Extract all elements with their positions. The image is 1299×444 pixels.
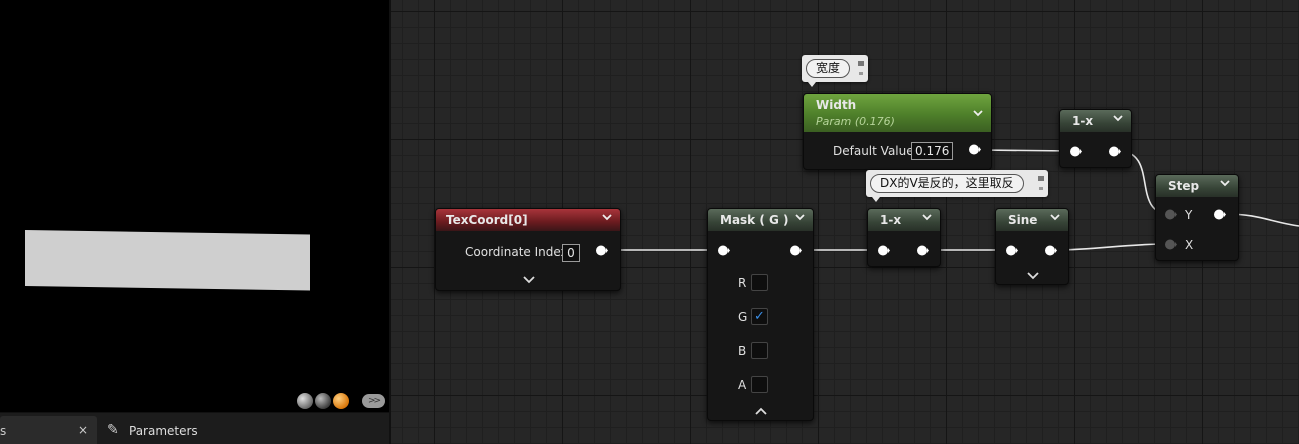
output-pin-icon[interactable]	[1214, 209, 1226, 220]
output-pin-icon[interactable]	[1109, 146, 1121, 157]
tab-parameters[interactable]: ✎ Parameters	[98, 416, 258, 444]
chevron-up-icon[interactable]	[755, 407, 767, 415]
bubble-tail	[872, 197, 880, 202]
tab-parameters-label: Parameters	[129, 424, 198, 438]
shaded-sphere-icon[interactable]	[315, 393, 331, 409]
step-input-y-label: Y	[1185, 208, 1193, 222]
sine-node-header[interactable]: Sine	[996, 209, 1068, 231]
node-title: Step	[1168, 179, 1200, 193]
channel-r-label: R	[738, 276, 747, 290]
double-chevron-icon[interactable]: >>	[362, 394, 385, 408]
node-title: TexCoord[0]	[446, 213, 528, 227]
node-title: 1-x	[1072, 114, 1094, 128]
preview-mesh	[25, 230, 310, 291]
output-pin-icon[interactable]	[969, 144, 981, 155]
input-pin-icon[interactable]	[1165, 209, 1177, 220]
one-minus-node-2[interactable]: 1-x	[1059, 109, 1132, 168]
mask-node[interactable]: Mask ( G ) R G ✓ B A	[707, 208, 814, 421]
pin-icon[interactable]	[1037, 174, 1045, 192]
input-pin-icon[interactable]	[878, 245, 890, 256]
output-pin-icon[interactable]	[596, 245, 608, 256]
default-value-input[interactable]: 0.176	[911, 142, 953, 160]
coordinate-index-label: Coordinate Index	[465, 245, 568, 259]
tab-details[interactable]: s ×	[0, 416, 97, 444]
step-node-header[interactable]: Step	[1156, 175, 1238, 197]
chevron-down-icon[interactable]	[1050, 212, 1060, 222]
width-node-header[interactable]: Width Param (0.176)	[804, 94, 991, 132]
chevron-down-icon[interactable]	[795, 212, 805, 222]
dx-comment-bubble[interactable]: DX的V是反的，这里取反	[866, 170, 1048, 202]
close-icon[interactable]: ×	[78, 423, 88, 437]
channel-b-label: B	[738, 344, 747, 358]
input-pin-icon[interactable]	[1006, 245, 1018, 256]
sine-node[interactable]: Sine	[995, 208, 1069, 285]
node-title: Width	[816, 98, 857, 112]
step-input-x-label: X	[1185, 238, 1194, 252]
channel-b-checkbox[interactable]	[751, 342, 768, 359]
chevron-down-icon[interactable]	[523, 276, 535, 284]
chevron-down-icon[interactable]	[922, 212, 932, 222]
texcoord-node[interactable]: TexCoord[0] Coordinate Index 0	[435, 208, 621, 291]
tab-details-label: s	[0, 424, 7, 438]
chevron-down-icon[interactable]	[602, 212, 612, 222]
one-minus-node-2-header[interactable]: 1-x	[1060, 110, 1131, 132]
output-pin-icon[interactable]	[917, 245, 929, 256]
output-pin-icon[interactable]	[790, 245, 802, 256]
input-pin-icon[interactable]	[718, 245, 730, 256]
bottom-tab-bar: s × ✎ Parameters	[0, 412, 389, 444]
output-pin-icon[interactable]	[1045, 245, 1057, 256]
material-preview-viewport[interactable]: >>	[0, 0, 389, 412]
sphere-preview-icon[interactable]	[297, 393, 313, 409]
chevron-down-icon[interactable]	[1113, 113, 1123, 123]
node-title: 1-x	[880, 213, 902, 227]
coordinate-index-input[interactable]: 0	[562, 244, 580, 262]
node-title: Mask ( G )	[720, 213, 789, 227]
width-comment-bubble[interactable]: 宽度	[802, 55, 868, 87]
pencil-icon: ✎	[107, 422, 119, 438]
mask-node-header[interactable]: Mask ( G )	[708, 209, 813, 231]
one-minus-node-header[interactable]: 1-x	[868, 209, 940, 231]
one-minus-node[interactable]: 1-x	[867, 208, 941, 267]
channel-r-checkbox[interactable]	[751, 274, 768, 291]
comment-text[interactable]: 宽度	[806, 59, 851, 78]
input-pin-icon[interactable]	[1165, 239, 1177, 250]
input-pin-icon[interactable]	[1070, 146, 1082, 157]
channel-a-checkbox[interactable]	[751, 376, 768, 393]
default-value-label: Default Value	[833, 144, 914, 158]
step-node[interactable]: Step Y X	[1155, 174, 1239, 261]
chevron-down-icon[interactable]	[1220, 178, 1230, 188]
channel-g-checkbox[interactable]: ✓	[751, 308, 768, 325]
chevron-down-icon[interactable]	[973, 108, 983, 118]
pin-icon[interactable]	[857, 59, 865, 77]
comment-text[interactable]: DX的V是反的，这里取反	[870, 174, 1024, 193]
checkmark-icon: ✓	[754, 309, 765, 324]
width-param-node[interactable]: Width Param (0.176) Default Value 0.176	[803, 93, 992, 170]
channel-a-label: A	[738, 378, 747, 392]
node-subtitle: Param (0.176)	[816, 115, 895, 128]
channel-g-label: G	[738, 310, 748, 324]
material-ball-icon[interactable]	[333, 393, 349, 409]
chevron-down-icon[interactable]	[1027, 272, 1039, 280]
texcoord-node-header[interactable]: TexCoord[0]	[436, 209, 620, 231]
bubble-tail	[808, 82, 816, 87]
node-title: Sine	[1008, 213, 1038, 227]
